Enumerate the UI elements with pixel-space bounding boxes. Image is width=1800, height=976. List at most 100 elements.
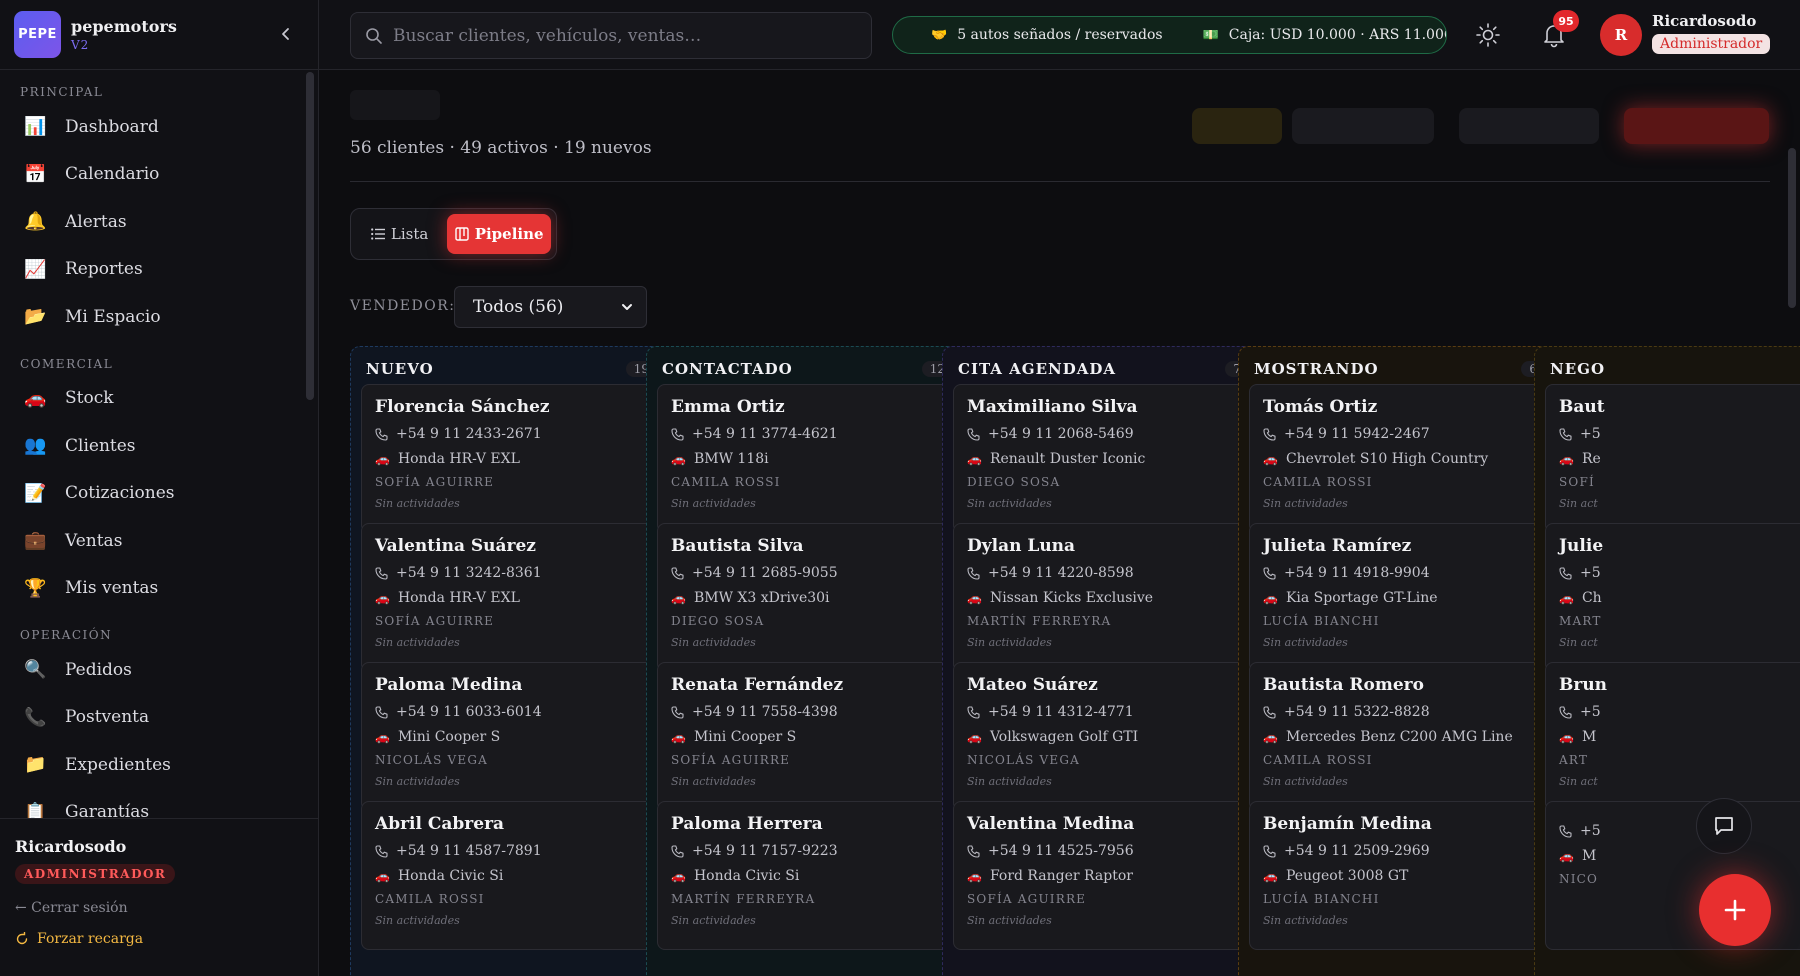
client-phone-row: +5 xyxy=(1559,565,1800,581)
client-card[interactable]: Bautista Silva +54 9 11 2685-9055 🚗 BMW X3 … xyxy=(657,523,954,672)
client-card[interactable]: Julie +5 🚗 Ch MART Sin act xyxy=(1545,523,1800,672)
main-content: 56 clientes · 49 activos · 19 nuevos Lis… xyxy=(319,70,1800,976)
client-card[interactable]: Brun +5 🚗 M ART Sin act xyxy=(1545,662,1800,811)
sidebar-item-postventa[interactable]: 📞 Postventa xyxy=(0,694,308,742)
header-primary-placeholder[interactable] xyxy=(1624,108,1769,144)
client-activity-status: Sin actividades xyxy=(1263,914,1348,927)
client-phone-row: +54 9 11 7558-4398 xyxy=(671,704,940,720)
sidebar-item-clientes[interactable]: 👥 Clientes xyxy=(0,422,308,470)
sidebar-item-label: Ventas xyxy=(65,530,123,551)
client-phone: +54 9 11 2509-2969 xyxy=(1284,843,1430,859)
car-icon: 🚗 xyxy=(1559,849,1574,863)
sidebar-item-cotizaciones[interactable]: 📝 Cotizaciones xyxy=(0,470,308,518)
topbar-user-name[interactable]: Ricardosodo xyxy=(1652,12,1756,30)
tab-pipeline[interactable]: Pipeline xyxy=(447,214,551,254)
client-activity-status: Sin actividades xyxy=(671,636,756,649)
client-card[interactable]: Julieta Ramírez +54 9 11 4918-9904 🚗 Kia Sp… xyxy=(1249,523,1546,672)
client-seller: SOFÍA AGUIRRE xyxy=(967,892,1087,906)
sidebar-item-pedidos[interactable]: 🔍 Pedidos xyxy=(0,646,308,694)
client-seller: MARTÍN FERREYRA xyxy=(967,614,1112,628)
sidebar-item-ventas[interactable]: 💼 Ventas xyxy=(0,517,308,565)
main-scrollbar[interactable] xyxy=(1788,148,1796,308)
calendario-icon: 📅 xyxy=(24,163,47,185)
sidebar-item-garantias[interactable]: 📋 Garantías xyxy=(0,789,308,818)
car-icon: 🚗 xyxy=(671,730,686,744)
chat-icon xyxy=(1715,817,1733,835)
phone-icon xyxy=(671,427,684,441)
client-card[interactable]: Florencia Sánchez +54 9 11 2433-2671 🚗 Hond… xyxy=(361,384,658,533)
logout-link[interactable]: ← Cerrar sesión xyxy=(15,900,304,916)
client-name: Bautista Romero xyxy=(1263,675,1424,695)
client-seller: LUCÍA BIANCHI xyxy=(1263,892,1380,906)
client-card[interactable]: Tomás Ortiz +54 9 11 5942-2467 🚗 Chevrolet … xyxy=(1249,384,1546,533)
sidebar-item-label: Pedidos xyxy=(65,659,132,680)
client-card[interactable]: Dylan Luna +54 9 11 4220-8598 🚗 Nissan Kick… xyxy=(953,523,1250,672)
sidebar-section-title: PRINCIPAL xyxy=(20,85,104,99)
client-phone: +5 xyxy=(1580,565,1601,581)
avatar[interactable]: R xyxy=(1600,14,1642,56)
status-pill[interactable]: 🤝 5 autos señados / reservados 💵 Caja: U… xyxy=(892,16,1447,54)
client-card[interactable]: Valentina Suárez +54 9 11 3242-8361 🚗 Honda… xyxy=(361,523,658,672)
client-seller: NICOLÁS VEGA xyxy=(375,753,489,767)
sidebar-item-stock[interactable]: 🚗 Stock xyxy=(0,375,308,423)
client-activity-status: Sin actividades xyxy=(671,914,756,927)
sidebar-item-alertas[interactable]: 🔔 Alertas xyxy=(0,198,308,246)
client-vehicle: Volkswagen Golf GTI xyxy=(989,729,1139,745)
client-phone: +54 9 11 3774-4621 xyxy=(692,426,838,442)
sidebar-item-dashboard[interactable]: 📊 Dashboard xyxy=(0,103,308,151)
phone-icon xyxy=(967,705,980,719)
client-card[interactable]: Valentina Medina +54 9 11 4525-7956 🚗 Ford … xyxy=(953,801,1250,950)
client-seller: SOFÍA AGUIRRE xyxy=(375,614,495,628)
tab-lista[interactable]: Lista xyxy=(356,214,443,254)
car-icon: 🚗 xyxy=(375,452,390,466)
chat-button[interactable] xyxy=(1696,798,1752,854)
brand-text: pepemotors V2 xyxy=(71,17,177,52)
client-card[interactable]: Renata Fernández +54 9 11 7558-4398 🚗 Mini … xyxy=(657,662,954,811)
client-name: Julie xyxy=(1559,536,1604,556)
header-action-placeholder[interactable] xyxy=(1292,108,1434,144)
sidebar-item-expedientes[interactable]: 📁 Expedientes xyxy=(0,741,308,789)
client-card[interactable]: Emma Ortiz +54 9 11 3774-4621 🚗 BMW 118i CAM… xyxy=(657,384,954,533)
sidebar-item-mis-ventas[interactable]: 🏆 Mis ventas xyxy=(0,565,308,613)
seller-filter-select[interactable]: Todos (56) xyxy=(454,286,647,328)
sidebar-item-label: Dashboard xyxy=(65,116,159,137)
search-input[interactable] xyxy=(393,25,853,46)
header-action-placeholder[interactable] xyxy=(1459,108,1599,144)
client-phone-row: +5 xyxy=(1559,704,1800,720)
theme-toggle-sun-icon[interactable] xyxy=(1475,22,1501,48)
client-card[interactable]: Benjamín Medina +54 9 11 2509-2969 🚗 Peugeo… xyxy=(1249,801,1546,950)
sidebar-item-label: Expedientes xyxy=(65,754,171,775)
brand-logo[interactable]: PEPE xyxy=(14,11,61,58)
car-icon: 🚗 xyxy=(375,730,390,744)
client-card[interactable]: Mateo Suárez +54 9 11 4312-4771 🚗 Volkswage… xyxy=(953,662,1250,811)
stock-icon: 🚗 xyxy=(24,387,47,409)
client-phone: +54 9 11 4525-7956 xyxy=(988,843,1134,859)
client-card[interactable]: Baut +5 🚗 Re SOFÍ Sin act xyxy=(1545,384,1800,533)
client-card[interactable]: Abril Cabrera +54 9 11 4587-7891 🚗 Honda Ci… xyxy=(361,801,658,950)
sidebar-item-reportes[interactable]: 📈 Reportes xyxy=(0,246,308,294)
client-phone: +54 9 11 2068-5469 xyxy=(988,426,1134,442)
column-title: CONTACTADO xyxy=(662,360,793,378)
client-vehicle: Renault Duster Iconic xyxy=(989,451,1146,467)
sidebar-scrollbar[interactable] xyxy=(306,72,314,400)
pipeline-column-nuevo: NUEVO 19 Florencia Sánchez +54 9 11 2433-26… xyxy=(350,346,673,976)
car-icon: 🚗 xyxy=(1559,452,1574,466)
header-action-placeholder[interactable] xyxy=(1192,108,1282,144)
client-vehicle-row: 🚗 Renault Duster Iconic xyxy=(967,451,1236,467)
client-card[interactable]: Maximiliano Silva +54 9 11 2068-5469 🚗 Rena… xyxy=(953,384,1250,533)
client-name: Maximiliano Silva xyxy=(967,397,1138,417)
garantias-icon: 📋 xyxy=(24,801,47,818)
client-vehicle: M xyxy=(1581,729,1597,745)
client-card[interactable]: Paloma Herrera +54 9 11 7157-9223 🚗 Honda C… xyxy=(657,801,954,950)
client-card[interactable]: Paloma Medina +54 9 11 6033-6014 🚗 Mini Coo… xyxy=(361,662,658,811)
client-phone-row: +54 9 11 2509-2969 xyxy=(1263,843,1532,859)
client-vehicle-row: 🚗 BMW X3 xDrive30i xyxy=(671,590,940,606)
sidebar-item-mi-espacio[interactable]: 📂 Mi Espacio xyxy=(0,293,308,341)
add-client-fab[interactable] xyxy=(1699,874,1771,946)
client-phone: +54 9 11 7157-9223 xyxy=(692,843,838,859)
force-reload-link[interactable]: Forzar recarga xyxy=(15,931,304,947)
client-card[interactable]: Bautista Romero +54 9 11 5322-8828 🚗 Merced… xyxy=(1249,662,1546,811)
sidebar-item-calendario[interactable]: 📅 Calendario xyxy=(0,151,308,199)
client-seller: CAMILA ROSSI xyxy=(375,892,485,906)
collapse-sidebar-icon[interactable] xyxy=(276,24,296,44)
